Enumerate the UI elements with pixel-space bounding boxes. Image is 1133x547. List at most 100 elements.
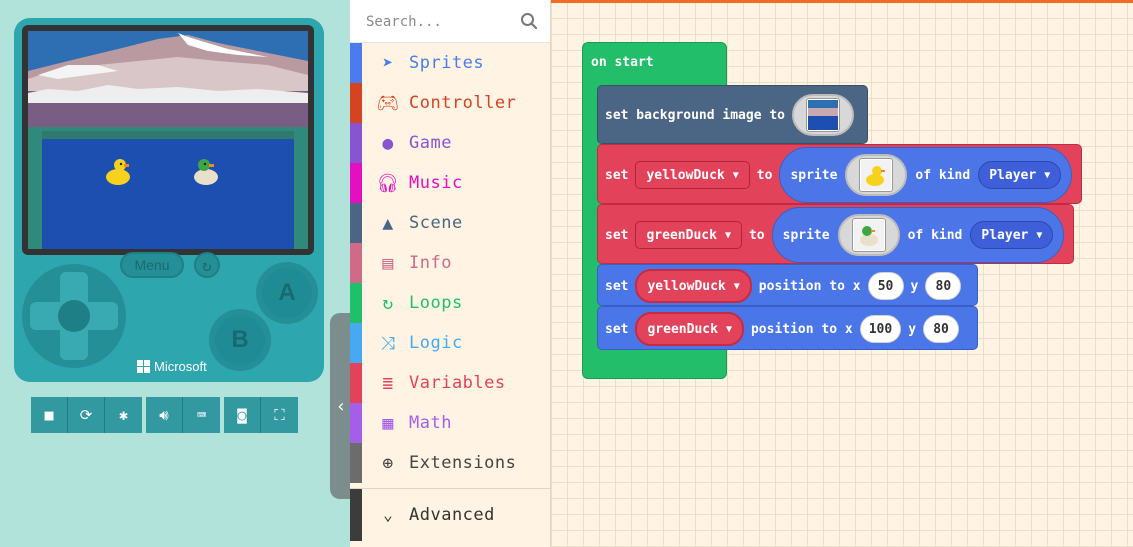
keyboard-icon: ⌨ (196, 406, 207, 424)
simulator-panel: Menu ↻ A B Microsoft ■ ⟳ ✱ 🔊︎ ⌨ ◙ ⛶ (0, 0, 350, 547)
category-label: Scene (409, 213, 463, 233)
sound-button[interactable]: 🔊︎ (146, 397, 183, 433)
category-variables[interactable]: ≣ Variables (350, 363, 550, 403)
toolbar-group-run: ■ ⟳ ✱ (31, 397, 142, 433)
category-scene[interactable]: ▲ Scene (350, 203, 550, 243)
sprite-image-picker[interactable] (837, 214, 900, 256)
microsoft-logo: Microsoft (137, 359, 207, 374)
of-kind-label: of kind (907, 227, 963, 243)
plus-circle-icon: ⊕ (382, 452, 394, 474)
kind-dropdown[interactable]: Player ▼ (978, 161, 1062, 189)
set-yellowduck-position-block[interactable]: set yellowDuck ▼ position to x 50 y 80 (597, 264, 978, 306)
paper-plane-icon: ➤ (382, 52, 394, 74)
category-color-bar (350, 488, 362, 541)
category-math[interactable]: ▦ Math (350, 403, 550, 443)
headphones-icon: 🎧︎ (376, 172, 400, 194)
category-game[interactable]: ● Game (350, 123, 550, 163)
sprite-of-kind-reporter[interactable]: sprite of kind Player ▼ (779, 147, 1073, 203)
y-value-input[interactable]: 80 (923, 315, 960, 343)
variable-dropdown-yellowduck[interactable]: yellowDuck ▼ (635, 269, 752, 303)
category-music[interactable]: 🎧︎ Music (350, 163, 550, 203)
category-controller[interactable]: 🎮︎ Controller (350, 83, 550, 123)
set-background-block[interactable]: set background image to (597, 85, 868, 144)
x-value-input[interactable]: 100 (859, 315, 902, 343)
stop-button[interactable]: ■ (31, 397, 68, 433)
variable-dropdown-greenduck[interactable]: greenDuck ▼ (635, 312, 744, 346)
set-greenduck-sprite-block[interactable]: set greenDuck ▼ to sprite of kind Player… (597, 204, 1074, 264)
category-label: Variables (409, 373, 506, 393)
category-color-bar (350, 363, 362, 403)
background-image-picker[interactable] (792, 94, 855, 136)
set-greenduck-position-block[interactable]: set greenDuck ▼ position to x 100 y 80 (597, 306, 978, 350)
variable-name: greenDuck (647, 321, 718, 337)
chevron-down-icon: ⌄ (383, 505, 393, 524)
circle-icon: ● (382, 132, 394, 154)
category-color-bar (350, 403, 362, 443)
kind-value: Player (981, 227, 1029, 243)
category-advanced[interactable]: ⌄ Advanced (350, 488, 550, 541)
category-label: Sprites (409, 53, 485, 73)
variable-dropdown-yellowduck[interactable]: yellowDuck ▼ (635, 161, 750, 189)
y-label: y (910, 278, 919, 294)
b-button[interactable]: B (209, 309, 271, 371)
game-scene (28, 31, 308, 249)
debug-button[interactable]: ✱ (105, 397, 142, 433)
category-loops[interactable]: ↻ Loops (350, 283, 550, 323)
caret-down-icon: ▼ (724, 229, 731, 241)
category-color-bar (350, 323, 362, 363)
category-color-bar (350, 443, 362, 483)
restart-button[interactable]: ⟳ (68, 397, 105, 433)
brand-label: Microsoft (154, 359, 207, 374)
landscape-icon (808, 100, 839, 130)
search-input[interactable] (350, 0, 520, 43)
keyboard-button[interactable]: ⌨ (183, 397, 220, 433)
category-label: Logic (409, 333, 463, 353)
search-icon[interactable] (520, 12, 538, 30)
fullscreen-button[interactable]: ⛶ (261, 397, 298, 433)
b-button-label: B (215, 315, 265, 365)
set-label: set (605, 167, 629, 183)
stop-icon: ■ (44, 406, 54, 424)
shuffle-icon: ⤨ (380, 332, 396, 354)
set-background-label: set background image to (605, 107, 786, 123)
reset-game-button[interactable]: ↻ (194, 252, 220, 278)
collapse-simulator-button[interactable]: ‹ (330, 313, 352, 499)
sprite-image-picker[interactable] (845, 154, 908, 196)
calculator-icon: ▦ (382, 412, 394, 434)
dpad[interactable] (22, 264, 126, 368)
refresh-icon: ↻ (202, 255, 212, 275)
a-button[interactable]: A (256, 262, 318, 324)
category-extensions[interactable]: ⊕ Extensions (350, 443, 550, 483)
screen-frame (22, 25, 314, 255)
set-yellowduck-sprite-block[interactable]: set yellowDuck ▼ to sprite of kind Playe… (597, 144, 1082, 204)
category-sprites[interactable]: ➤ Sprites (350, 43, 550, 83)
category-color-bar (350, 163, 362, 203)
category-logic[interactable]: ⤨ Logic (350, 323, 550, 363)
set-label: set (605, 321, 629, 337)
variable-dropdown-greenduck[interactable]: greenDuck ▼ (635, 221, 742, 249)
set-label: set (605, 227, 629, 243)
sprite-of-kind-reporter[interactable]: sprite of kind Player ▼ (771, 207, 1065, 263)
set-label: set (605, 278, 629, 294)
toolbar-group-io: 🔊︎ ⌨ (146, 397, 220, 433)
game-screen[interactable] (28, 31, 308, 249)
green-duck-thumbnail (851, 218, 886, 252)
to-label: to (756, 167, 773, 183)
caret-down-icon: ▼ (1036, 229, 1043, 241)
debug-icon: ✱ (118, 406, 129, 424)
variable-name: greenDuck (646, 227, 717, 243)
category-color-bar (350, 43, 362, 83)
y-value-input[interactable]: 80 (925, 272, 962, 300)
caret-down-icon: ▼ (1044, 169, 1051, 181)
category-color-bar (350, 243, 362, 283)
x-value-input[interactable]: 50 (867, 272, 904, 300)
category-label: Math (409, 413, 452, 433)
screenshot-button[interactable]: ◙ (224, 397, 261, 433)
category-label: Loops (409, 293, 463, 313)
blocks-workspace[interactable]: on start set background image to set yel… (551, 0, 1133, 547)
on-start-label: on start (591, 55, 654, 70)
category-info[interactable]: ▤ Info (350, 243, 550, 283)
kind-dropdown[interactable]: Player ▼ (970, 221, 1054, 249)
menu-button[interactable]: Menu (120, 252, 184, 278)
caret-down-icon: ▼ (725, 323, 732, 335)
